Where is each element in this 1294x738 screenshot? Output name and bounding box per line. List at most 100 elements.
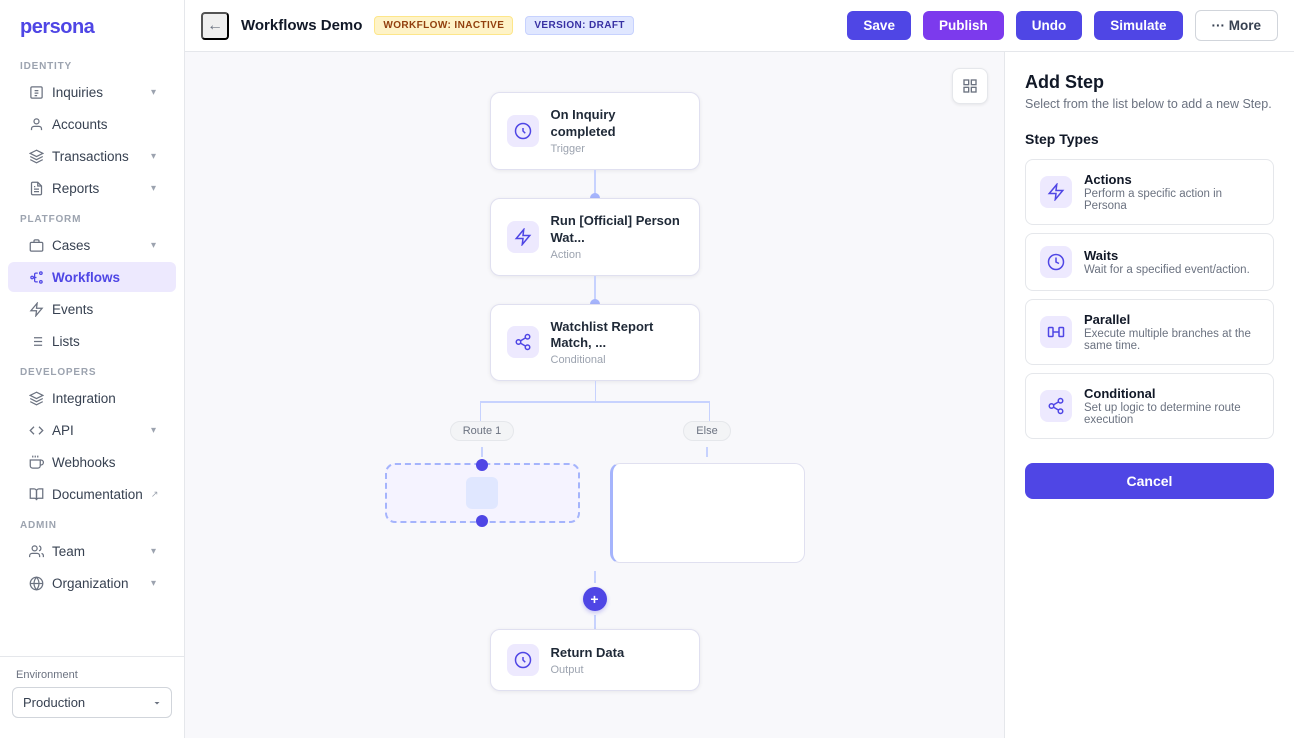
- right-panel: Add Step Select from the list below to a…: [1004, 52, 1294, 738]
- step-type-actions-name: Actions: [1084, 172, 1259, 187]
- sidebar-item-inquiries[interactable]: Inquiries ▾: [8, 77, 176, 107]
- api-icon: [28, 422, 44, 438]
- output-node[interactable]: Return Data Output: [490, 629, 700, 691]
- chevron-down-icon: ▾: [151, 578, 156, 589]
- cancel-button[interactable]: Cancel: [1025, 463, 1274, 499]
- sidebar: persona IDENTITY Inquiries ▾ Accounts Tr…: [0, 0, 185, 738]
- step-type-waits-content: Waits Wait for a specified event/action.: [1084, 248, 1250, 276]
- sidebar-item-accounts[interactable]: Accounts: [8, 109, 176, 139]
- platform-section-label: PLATFORM: [0, 204, 184, 229]
- identity-section-label: IDENTITY: [0, 51, 184, 76]
- else-badge: Else: [683, 421, 730, 441]
- step-type-waits-desc: Wait for a specified event/action.: [1084, 264, 1250, 276]
- dashed-node[interactable]: [385, 463, 580, 523]
- branch-left-v: [480, 401, 481, 421]
- sidebar-item-label: Events: [52, 302, 93, 317]
- output-node-title: Return Data: [551, 645, 625, 662]
- waits-icon: [1040, 246, 1072, 278]
- sidebar-item-integration[interactable]: Integration: [8, 383, 176, 413]
- sidebar-item-label: Integration: [52, 391, 116, 406]
- sidebar-item-cases[interactable]: Cases ▾: [8, 230, 176, 260]
- step-type-conditional-name: Conditional: [1084, 386, 1259, 401]
- chevron-down-icon: ▾: [151, 240, 156, 251]
- sidebar-item-label: Webhooks: [52, 455, 116, 470]
- sidebar-item-reports[interactable]: Reports ▾: [8, 173, 176, 203]
- sidebar-item-label: Workflows: [52, 270, 120, 285]
- sidebar-item-team[interactable]: Team ▾: [8, 536, 176, 566]
- step-type-waits[interactable]: Waits Wait for a specified event/action.: [1025, 233, 1274, 291]
- topbar: ← Workflows Demo WORKFLOW: INACTIVE VERS…: [185, 0, 1294, 52]
- output-node-icon: [507, 644, 539, 676]
- sidebar-item-transactions[interactable]: Transactions ▾: [8, 141, 176, 171]
- workflow-diagram: On Inquiry completed Trigger Run [Offici…: [185, 52, 1004, 738]
- workflow-version-badge: VERSION: DRAFT: [525, 16, 634, 35]
- conditional-node[interactable]: Watchlist Report Match, ... Conditional: [490, 304, 700, 382]
- step-type-actions[interactable]: Actions Perform a specific action in Per…: [1025, 159, 1274, 225]
- sidebar-item-label: Lists: [52, 334, 80, 349]
- sidebar-item-webhooks[interactable]: Webhooks: [8, 447, 176, 477]
- inquiries-icon: [28, 84, 44, 100]
- sidebar-item-label: API: [52, 423, 74, 438]
- sidebar-item-label: Reports: [52, 181, 99, 196]
- workflows-icon: [28, 269, 44, 285]
- step-type-parallel-name: Parallel: [1084, 312, 1259, 327]
- add-step-button[interactable]: +: [583, 587, 607, 611]
- connector-2: [594, 276, 596, 304]
- environment-section: Environment Production Sandbox: [0, 656, 184, 726]
- reports-icon: [28, 180, 44, 196]
- route1-connector: [481, 447, 483, 457]
- sidebar-item-workflows[interactable]: Workflows: [8, 262, 176, 292]
- admin-section-label: ADMIN: [0, 510, 184, 535]
- undo-button[interactable]: Undo: [1016, 11, 1083, 40]
- sidebar-item-documentation[interactable]: Documentation ↗: [8, 479, 176, 509]
- branch-labels: Route 1 Else: [365, 381, 825, 563]
- developers-section-label: DEVELOPERS: [0, 357, 184, 382]
- trigger-node-icon: [507, 115, 539, 147]
- step-type-parallel[interactable]: Parallel Execute multiple branches at th…: [1025, 299, 1274, 365]
- else-box[interactable]: [610, 463, 805, 563]
- sidebar-item-events[interactable]: Events: [8, 294, 176, 324]
- step-type-actions-content: Actions Perform a specific action in Per…: [1084, 172, 1259, 212]
- action-node-sub: Action: [551, 249, 683, 261]
- branch-right-col: Else: [610, 421, 805, 563]
- sidebar-item-label: Accounts: [52, 117, 108, 132]
- integration-icon: [28, 390, 44, 406]
- webhooks-icon: [28, 454, 44, 470]
- lists-icon: [28, 333, 44, 349]
- environment-select[interactable]: Production Sandbox: [12, 687, 172, 718]
- sidebar-item-label: Organization: [52, 576, 129, 591]
- more-button[interactable]: ··· More: [1195, 10, 1279, 41]
- accounts-icon: [28, 116, 44, 132]
- step-type-conditional-content: Conditional Set up logic to determine ro…: [1084, 386, 1259, 426]
- sidebar-item-label: Team: [52, 544, 85, 559]
- simulate-button[interactable]: Simulate: [1094, 11, 1182, 40]
- action-node[interactable]: Run [Official] Person Wat... Action: [490, 198, 700, 276]
- connector-1: [594, 170, 596, 198]
- branch-area: Route 1 Else: [365, 381, 825, 583]
- action-node-content: Run [Official] Person Wat... Action: [551, 213, 683, 261]
- branch-h-line: [480, 401, 710, 403]
- sidebar-item-lists[interactable]: Lists: [8, 326, 176, 356]
- publish-button[interactable]: Publish: [923, 11, 1004, 40]
- trigger-node[interactable]: On Inquiry completed Trigger: [490, 92, 700, 170]
- save-button[interactable]: Save: [847, 11, 911, 40]
- sidebar-item-organization[interactable]: Organization ▾: [8, 568, 176, 598]
- cases-icon: [28, 237, 44, 253]
- step-type-conditional[interactable]: Conditional Set up logic to determine ro…: [1025, 373, 1274, 439]
- main-content: ← Workflows Demo WORKFLOW: INACTIVE VERS…: [185, 0, 1294, 738]
- step-type-conditional-desc: Set up logic to determine route executio…: [1084, 402, 1259, 426]
- transactions-icon: [28, 148, 44, 164]
- sidebar-item-label: Documentation: [52, 487, 143, 502]
- panel-subtitle: Select from the list below to add a new …: [1025, 97, 1274, 111]
- conditional-node-title: Watchlist Report Match, ...: [551, 319, 683, 353]
- trigger-node-content: On Inquiry completed Trigger: [551, 107, 683, 155]
- output-node-content: Return Data Output: [551, 645, 625, 676]
- workflow-canvas: On Inquiry completed Trigger Run [Offici…: [185, 52, 1004, 738]
- sidebar-item-api[interactable]: API ▾: [8, 415, 176, 445]
- environment-label: Environment: [12, 669, 172, 681]
- action-node-icon: [507, 221, 539, 253]
- route1-badge: Route 1: [450, 421, 515, 441]
- actions-icon: [1040, 176, 1072, 208]
- conditional-node-sub: Conditional: [551, 354, 683, 366]
- back-button[interactable]: ←: [201, 12, 229, 40]
